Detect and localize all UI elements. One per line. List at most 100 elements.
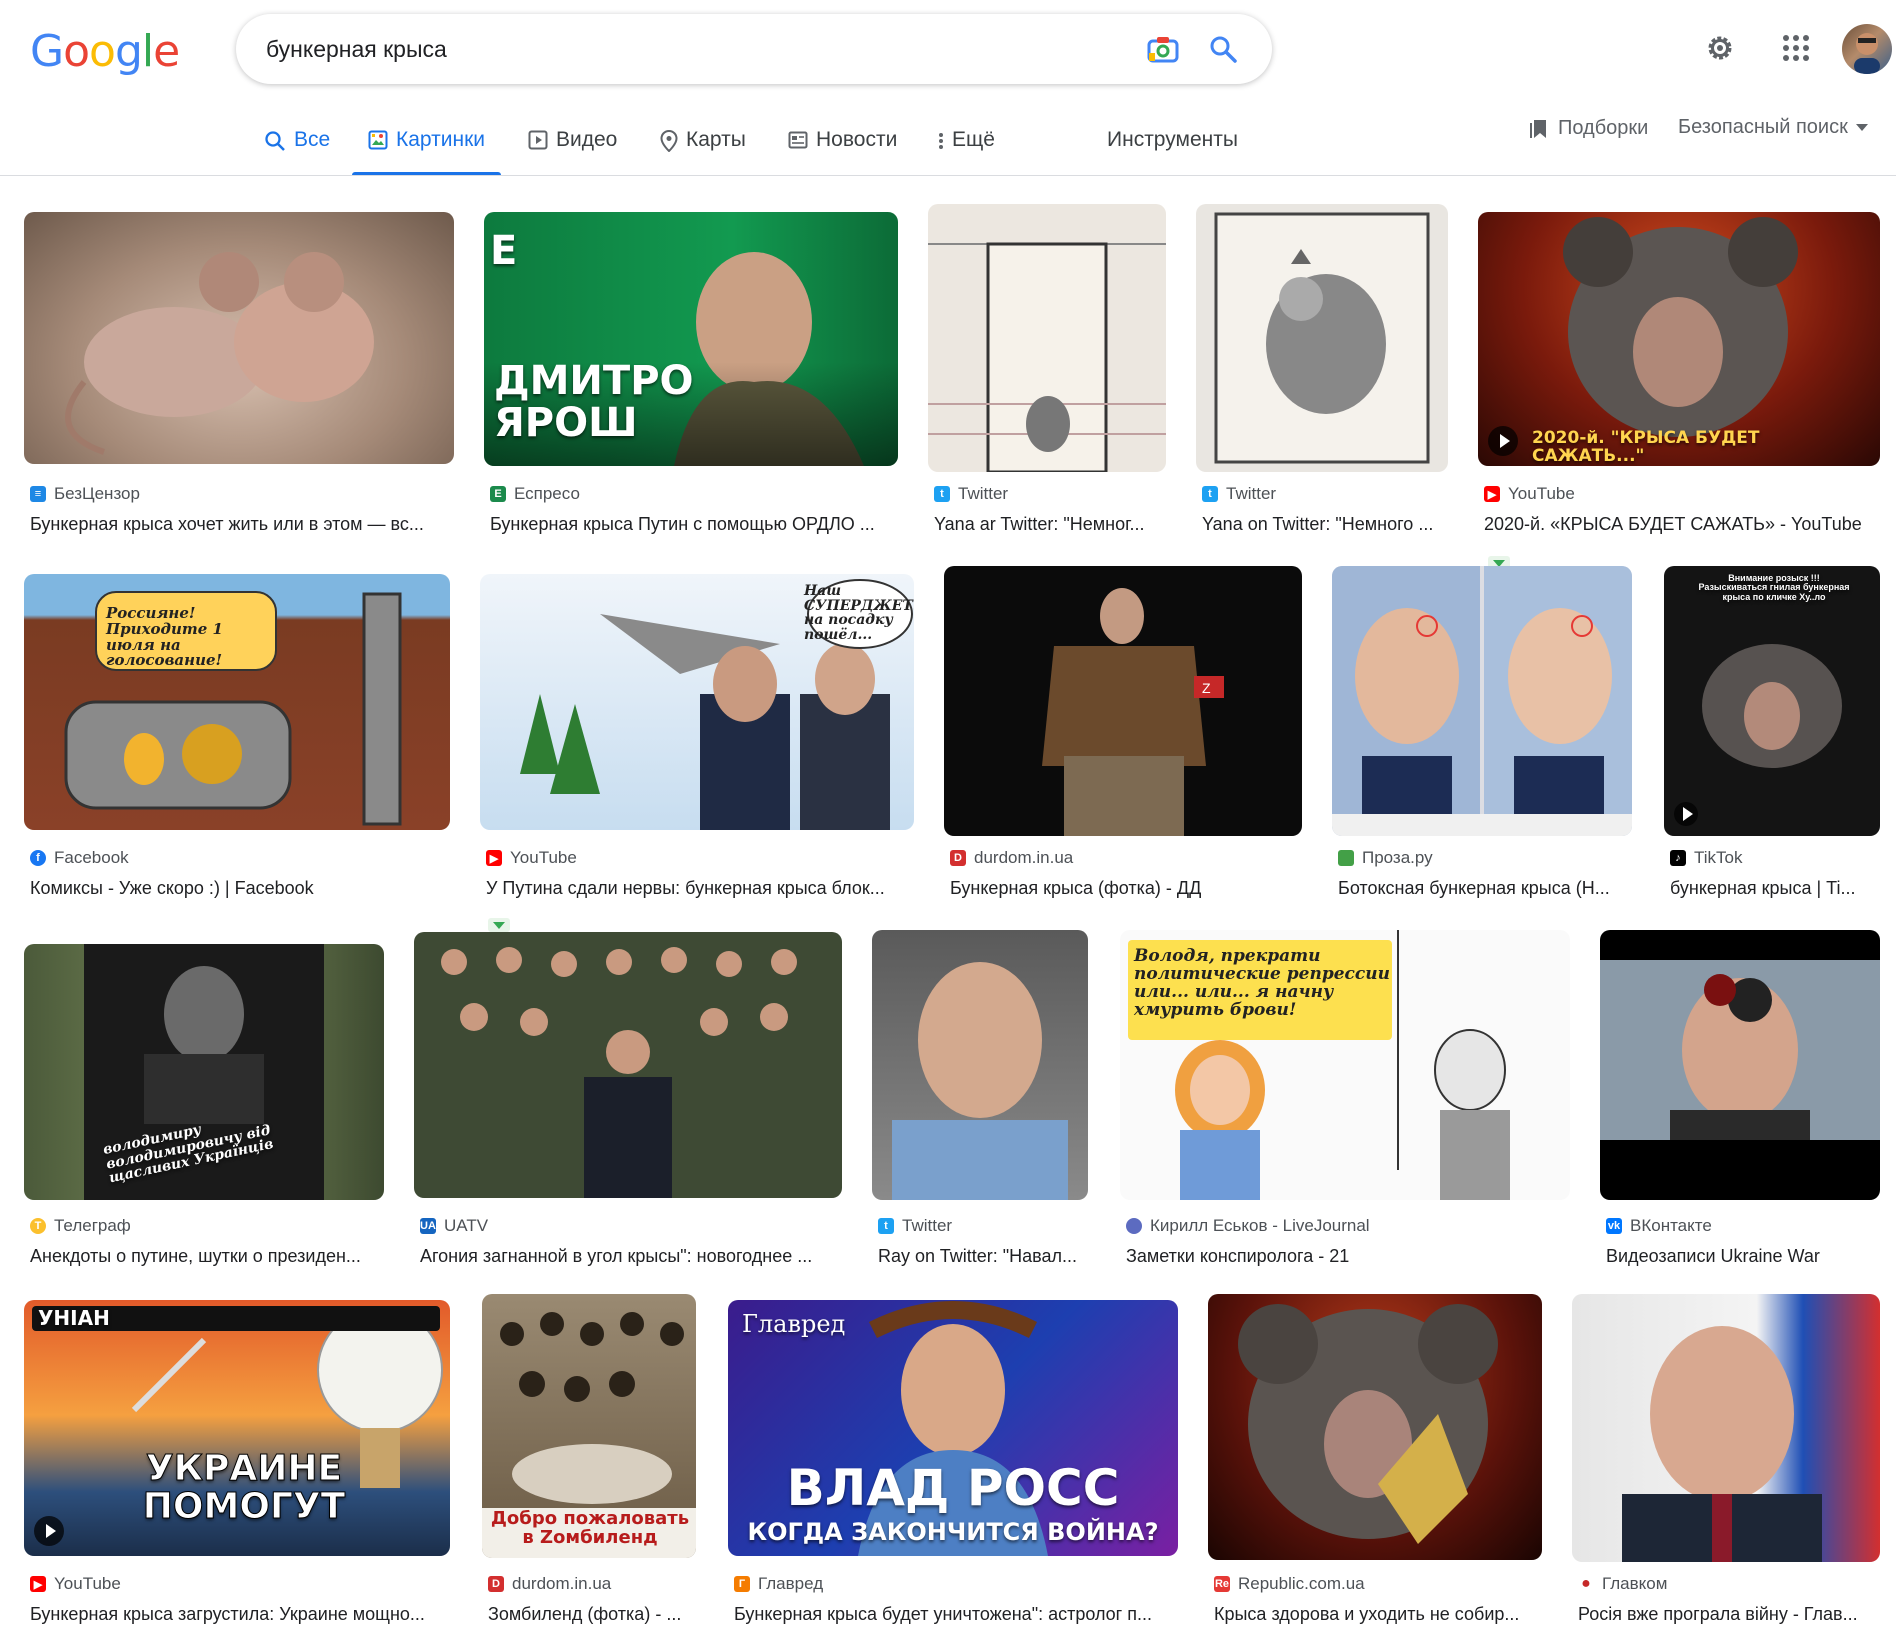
espreso-logo: E [490,228,518,274]
result-source: ▶ YouTube [486,848,577,868]
apps-grid-icon[interactable] [1776,28,1816,68]
source-favicon-icon: D [488,1576,504,1592]
tab-maps[interactable]: Карты [660,128,746,176]
unian-logo: УНІАН [32,1306,440,1331]
result-thumbnail[interactable] [928,204,1166,472]
result-title[interactable]: Комиксы - Уже скоро :) | Facebook [30,878,450,899]
collections-button[interactable]: Подборки [1530,116,1648,140]
result-thumbnail[interactable]: Внимание розыск !!! Разыскиваться гнилая… [1664,566,1880,836]
result-title[interactable]: Бункерная крыса хочет жить или в этом — … [30,514,454,535]
result-title[interactable]: Бункерная крыса (фотка) - ДД [950,878,1302,899]
image-icon [368,130,388,150]
safesearch-dropdown[interactable]: Безопасный поиск [1678,116,1868,139]
result-source: UA UATV [420,1216,489,1235]
result-thumbnail[interactable]: Наш СУПЕРДЖЕТ! на посадку пошёл... [480,574,914,830]
twitter-icon: t [1202,486,1218,502]
result-title[interactable]: Росія вже програла війну - Глав... [1578,1604,1880,1625]
tab-label: Картинки [396,128,485,151]
result-title[interactable]: Агония загнанной в угол крысы": новогодн… [420,1246,842,1267]
result-title[interactable]: У Путина сдали нервы: бункерная крыса бл… [486,878,914,899]
twitter-icon: t [934,486,950,502]
result-thumbnail[interactable] [1600,930,1880,1200]
source-favicon-icon: E [490,486,506,502]
vk-icon: vk [1606,1218,1622,1234]
tab-images[interactable]: Картинки [352,128,501,176]
result-source: Кирилл Еськов - LiveJournal [1126,1216,1370,1236]
play-icon [1488,426,1518,456]
tab-label: Все [294,128,331,151]
result-title[interactable]: Зомбиленд (фотка) - ... [488,1604,696,1625]
result-title[interactable]: бункерная крыса | Ti... [1670,878,1880,899]
thumbnail-caption: Внимание розыск !!! Разыскиваться гнилая… [1698,573,1850,602]
result-thumbnail[interactable] [1196,204,1448,472]
avatar[interactable] [1842,24,1892,74]
result-thumbnail[interactable]: Z [944,566,1302,836]
result-source: E Еспресо [490,484,580,504]
result-thumbnail[interactable]: Россияне! Приходите 1 июля на голосовани… [24,574,450,830]
collections-label: Подборки [1558,116,1649,139]
result-title[interactable]: Бункерная крыса Путин с помощью ОРДЛО ..… [490,514,896,535]
twitter-icon: t [878,1218,894,1234]
tab-label: Видео [556,128,618,151]
facebook-icon: f [30,850,46,866]
result-title[interactable]: Ray on Twitter: "Навал... [878,1246,1088,1267]
result-source: t Twitter [878,1216,952,1236]
result-thumbnail[interactable]: E ДМИТРО ЯРОШ [484,212,898,466]
tools-button[interactable]: Инструменты [1107,128,1238,152]
search-icon [265,131,285,151]
camera-icon[interactable] [1146,32,1180,66]
download-badge-icon [488,918,510,932]
result-source: Ddurdom.in.ua [488,1574,611,1594]
result-thumbnail[interactable]: володимиру володимировичу від щасливих У… [24,944,384,1200]
result-title[interactable]: Yana ar Twitter: "Немног... [934,514,1166,535]
source-favicon-icon: D [950,850,966,866]
tab-news[interactable]: Новости [788,128,897,176]
result-thumbnail[interactable]: Главред ВЛАД РОСС КОГДА ЗАКОНЧИТСЯ ВОЙНА… [728,1300,1178,1556]
gear-icon[interactable] [1700,28,1740,68]
source-favicon-icon: Re [1214,1576,1230,1592]
result-title[interactable]: Ботоксная бункерная крыса (Н... [1338,878,1632,899]
result-source: ≡ БезЦензор [30,484,140,504]
svg-text:Z: Z [1202,680,1211,696]
result-title[interactable]: Yana on Twitter: "Немного ... [1202,514,1446,535]
result-thumbnail[interactable] [414,932,842,1198]
tab-video[interactable]: Видео [528,128,617,176]
thumbnail-caption: Россияне! Приходите 1 июля на голосовани… [106,604,223,670]
logo-letter: o [63,26,90,77]
result-thumbnail[interactable] [24,212,454,464]
result-title[interactable]: Бункерная крыса будет уничтожена": астро… [734,1604,1178,1625]
tab-all[interactable]: Все [264,128,330,176]
result-title[interactable]: Заметки конспиролога - 21 [1126,1246,1570,1267]
result-source: f Facebook [30,848,129,868]
search-input[interactable] [266,35,1126,63]
thumbnail-caption: 2020-й. "КРЫСА БУДЕТ САЖАТЬ..." [1532,428,1760,466]
thumbnail-caption: УКРАИНЕ ПОМОГУТ [142,1448,346,1527]
result-thumbnail[interactable] [872,930,1088,1200]
tab-more[interactable]: Ещё [938,128,995,176]
youtube-icon: ▶ [1484,486,1500,502]
result-thumbnail[interactable] [1332,566,1632,836]
thumbnail-subcaption: КОГДА ЗАКОНЧИТСЯ ВОЙНА? [747,1518,1159,1546]
google-logo[interactable]: Google [30,26,180,77]
result-thumbnail[interactable]: Володя, прекрати политические репрессии … [1120,930,1570,1200]
result-thumbnail[interactable] [1572,1294,1880,1562]
result-thumbnail[interactable]: 2020-й. "КРЫСА БУДЕТ САЖАТЬ..." [1478,212,1880,466]
search-box [236,14,1272,84]
result-title[interactable]: Видеозаписи Ukraine War [1606,1246,1880,1267]
search-icon[interactable] [1206,32,1240,66]
result-thumbnail[interactable] [1208,1294,1542,1560]
result-thumbnail[interactable]: Добро пожаловать в Zомбиленд [482,1294,696,1558]
source-favicon-icon: T [30,1218,46,1234]
logo-letter: G [30,26,64,77]
result-source: ▶ YouTube [30,1574,121,1594]
result-title[interactable]: Бункерная крыса загрустила: Украине мощн… [30,1604,450,1625]
result-source: Re Republic.com.ua [1214,1574,1365,1593]
result-title[interactable]: 2020-й. «КРЫСА БУДЕТ САЖАТЬ» - YouTube [1484,514,1880,535]
bookmark-icon [1530,120,1546,138]
map-pin-icon [660,130,678,152]
source-favicon-icon [1338,850,1354,866]
glavred-logo: Главред [742,1310,846,1338]
result-title[interactable]: Анекдоты о путине, шутки о президен... [30,1246,384,1267]
result-title[interactable]: Крыса здорова и уходить не собир... [1214,1604,1542,1625]
result-thumbnail[interactable]: УНІАН УКРАИНЕ ПОМОГУТ [24,1300,450,1556]
